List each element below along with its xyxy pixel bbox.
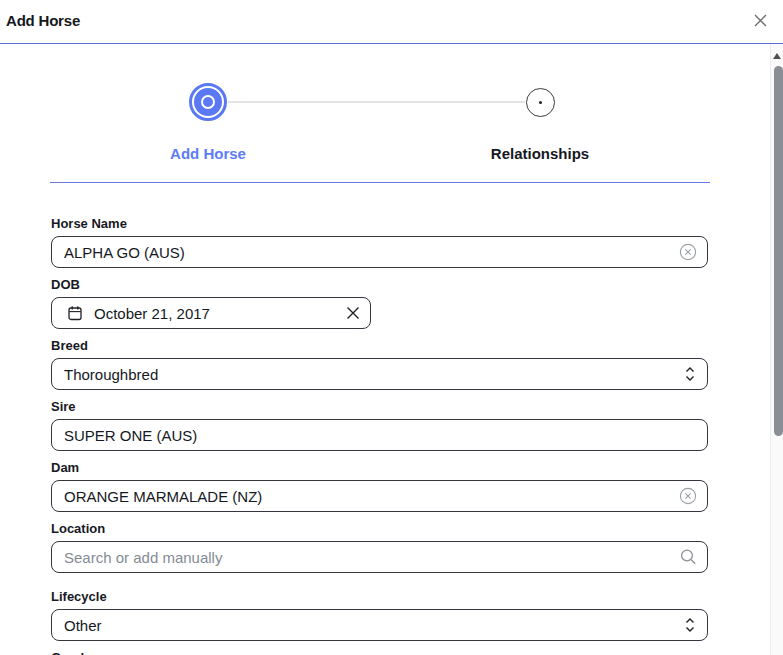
lifecycle-select[interactable]: Other: [51, 609, 708, 641]
step-1-label[interactable]: Add Horse: [170, 145, 246, 162]
step-2-dot: [539, 101, 542, 104]
breed-select[interactable]: Thoroughbred: [51, 358, 708, 390]
dam-input[interactable]: [51, 480, 708, 512]
breed-field: Breed Thoroughbred: [51, 339, 708, 390]
horse-name-clear-button[interactable]: [679, 243, 697, 261]
lifecycle-value: Other: [64, 617, 102, 634]
scroll-up-arrow-icon[interactable]: [773, 53, 781, 59]
dob-field: DOB: [51, 278, 708, 329]
lifecycle-field: Lifecycle Other: [51, 590, 708, 641]
clear-circle-icon: [679, 243, 697, 261]
chevron-up-down-icon: [684, 617, 696, 633]
horse-name-input[interactable]: [51, 236, 708, 268]
scrollbar[interactable]: [770, 44, 783, 655]
close-icon: [753, 13, 768, 28]
dam-field: Dam: [51, 461, 708, 512]
step-2-label[interactable]: Relationships: [491, 145, 589, 162]
dob-label: DOB: [51, 278, 708, 292]
calendar-icon: [67, 305, 83, 321]
sire-input[interactable]: [51, 419, 708, 451]
location-input[interactable]: [51, 541, 708, 573]
horse-name-label: Horse Name: [51, 217, 708, 231]
search-icon: [680, 549, 697, 566]
clear-circle-icon: [679, 487, 697, 505]
dam-label: Dam: [51, 461, 708, 475]
sire-field: Sire: [51, 400, 708, 451]
gender-label: Gender: [51, 651, 708, 655]
close-button[interactable]: [751, 11, 770, 30]
modal-header: Add Horse: [0, 0, 783, 41]
stepper: Add Horse Relationships: [0, 44, 783, 183]
location-label: Location: [51, 522, 708, 536]
scrollbar-thumb[interactable]: [774, 66, 783, 436]
clear-x-icon: [346, 306, 360, 320]
step-1-indicator[interactable]: [189, 83, 227, 121]
stepper-divider: [50, 182, 710, 183]
sire-label: Sire: [51, 400, 708, 414]
location-field: Location: [51, 522, 708, 573]
step-1-ring: [201, 95, 215, 109]
lifecycle-label: Lifecycle: [51, 590, 708, 604]
add-horse-form: Horse Name DOB: [51, 217, 708, 655]
dob-clear-button[interactable]: [346, 306, 360, 320]
step-1-inner-circle: [194, 88, 222, 116]
horse-name-field: Horse Name: [51, 217, 708, 268]
stepper-connector: [228, 101, 525, 103]
chevron-up-down-icon: [684, 366, 696, 382]
step-2-indicator[interactable]: [526, 88, 555, 117]
breed-value: Thoroughbred: [64, 366, 158, 383]
modal-title: Add Horse: [6, 12, 80, 29]
breed-label: Breed: [51, 339, 708, 353]
gender-field: Gender: [51, 651, 708, 655]
dob-input[interactable]: [51, 297, 371, 329]
dam-clear-button[interactable]: [679, 487, 697, 505]
